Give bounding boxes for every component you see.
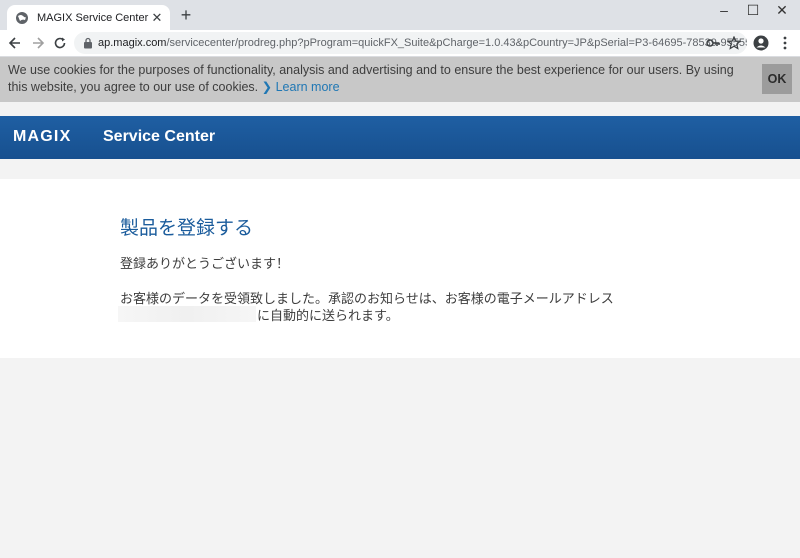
bookmark-star-icon[interactable] — [725, 34, 743, 52]
magix-logo[interactable]: MAGIX — [13, 128, 71, 146]
menu-kebab-icon[interactable] — [776, 34, 794, 52]
back-icon[interactable] — [6, 34, 24, 52]
tab-title: MAGIX Service Center — [37, 11, 149, 24]
new-tab-icon[interactable]: + — [178, 6, 194, 24]
browser-tab[interactable]: MAGIX Service Center ✕ — [7, 5, 170, 30]
site-header: MAGIX Service Center — [0, 116, 800, 159]
browser-toolbar: ap.magix.com/servicecenter/prodreg.php?p… — [0, 30, 800, 57]
forward-icon[interactable] — [29, 34, 47, 52]
tab-close-icon[interactable]: ✕ — [150, 10, 164, 26]
key-icon[interactable] — [704, 34, 722, 52]
cookie-banner: We use cookies for the purposes of funct… — [0, 57, 800, 102]
address-bar[interactable]: ap.magix.com/servicecenter/prodreg.php?p… — [74, 32, 747, 54]
learn-more-label: Learn more — [275, 80, 340, 94]
browser-tabstrip: MAGIX Service Center ✕ + – ☐ ✕ — [0, 0, 800, 30]
page-title: 製品を登録する — [120, 218, 254, 239]
confirmation-message-line2: に自動的に送られます。 — [257, 308, 399, 323]
globe-icon — [16, 11, 28, 24]
url-path: /servicecenter/prodreg.php?pProgram=quic… — [166, 37, 747, 49]
url-host: ap.magix.com — [98, 37, 167, 49]
lock-icon — [84, 37, 92, 49]
profile-icon[interactable] — [752, 34, 770, 52]
chevron-right-icon: ❯ — [261, 80, 273, 94]
thanks-message: 登録ありがとうございます！ — [120, 256, 290, 271]
cookie-text: We use cookies for the purposes of funct… — [8, 63, 734, 94]
minimize-icon[interactable]: – — [709, 0, 739, 20]
email-redacted — [118, 306, 256, 322]
cookie-ok-button[interactable]: OK — [762, 64, 792, 94]
learn-more-link[interactable]: ❯ Learn more — [262, 80, 340, 94]
close-window-icon[interactable]: ✕ — [767, 0, 797, 20]
cookie-text-block: We use cookies for the purposes of funct… — [8, 62, 753, 96]
reload-icon[interactable] — [51, 34, 69, 52]
maximize-icon[interactable]: ☐ — [738, 0, 768, 20]
main-content: 製品を登録する 登録ありがとうございます！ お客様のデータを受領致しました。承認… — [0, 179, 800, 358]
site-title: Service Center — [103, 128, 216, 145]
